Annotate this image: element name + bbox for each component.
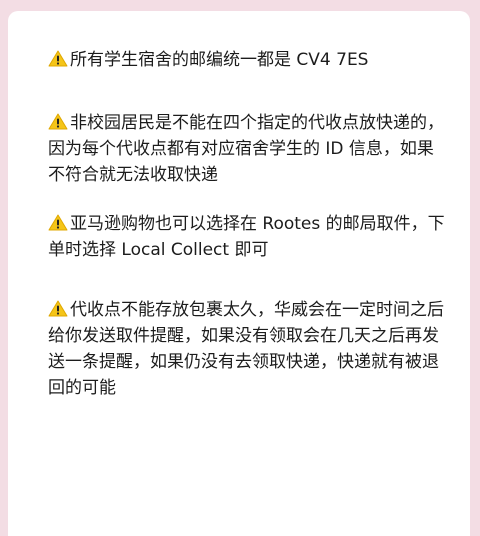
warning-icon: [48, 300, 68, 317]
notice-item: 亚马逊购物也可以选择在 Rootes 的邮局取件，下单时选择 Local Col…: [48, 211, 450, 263]
notice-item: 代收点不能存放包裹太久，华威会在一定时间之后给你发送取件提醒，如果没有领取会在几…: [48, 297, 450, 401]
notice-item: 所有学生宿舍的邮编统一都是 CV4 7ES: [48, 47, 450, 73]
warning-icon: [48, 214, 68, 231]
notice-text: 亚马逊购物也可以选择在 Rootes 的邮局取件，下单时选择 Local Col…: [48, 214, 445, 260]
warning-icon: [48, 50, 68, 67]
notice-text: 代收点不能存放包裹太久，华威会在一定时间之后给你发送取件提醒，如果没有领取会在几…: [48, 300, 444, 398]
notice-text: 非校园居民是不能在四个指定的代收点放快递的，因为每个代收点都有对应宿舍学生的 I…: [48, 113, 444, 185]
warning-icon: [48, 113, 68, 130]
notice-item: 非校园居民是不能在四个指定的代收点放快递的，因为每个代收点都有对应宿舍学生的 I…: [48, 110, 450, 188]
notice-text: 所有学生宿舍的邮编统一都是 CV4 7ES: [70, 50, 369, 70]
notice-card: 所有学生宿舍的邮编统一都是 CV4 7ES 非校园居民是不能在四个指定的代收点放…: [8, 11, 470, 536]
